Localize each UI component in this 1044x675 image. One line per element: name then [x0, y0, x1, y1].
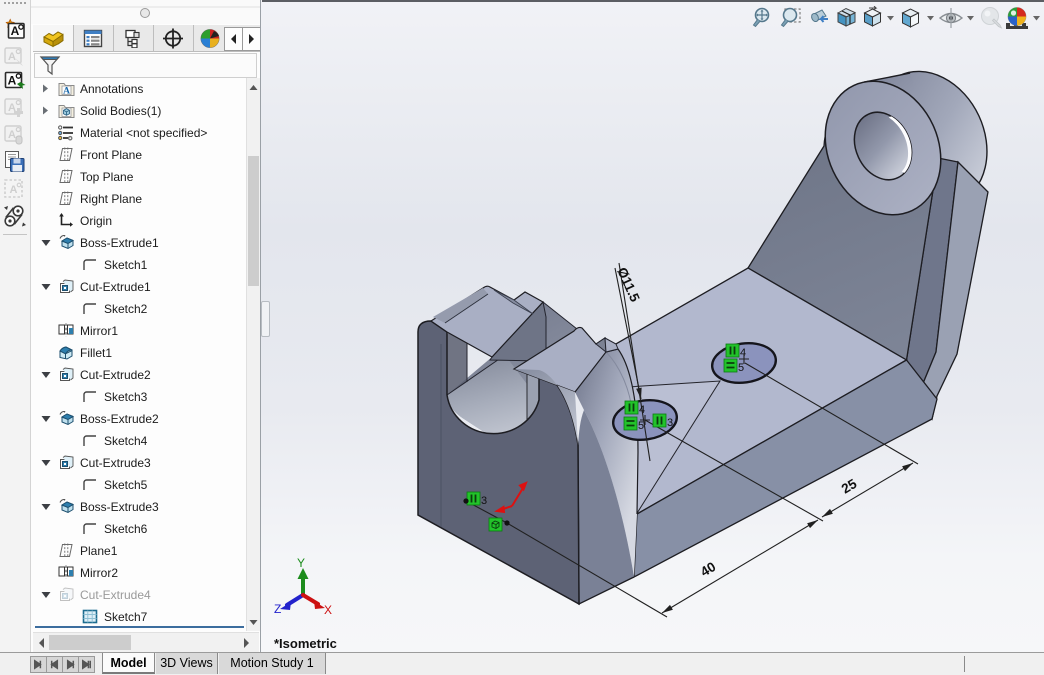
svg-text:5: 5 [638, 420, 644, 432]
svg-text:5: 5 [738, 362, 744, 374]
svg-text:X: X [324, 603, 332, 617]
svg-text:Y: Y [297, 556, 305, 570]
svg-text:A: A [10, 184, 18, 196]
svg-text:4: 4 [639, 404, 645, 416]
svg-text:*Isometric: *Isometric [274, 636, 337, 651]
svg-text:3: 3 [667, 417, 673, 429]
svg-text:A: A [8, 129, 16, 141]
svg-text:A: A [8, 74, 17, 88]
svg-text:A: A [8, 51, 16, 63]
svg-text:4: 4 [740, 347, 746, 359]
svg-text:A: A [63, 86, 70, 96]
svg-text:Z: Z [274, 602, 281, 616]
svg-text:3: 3 [481, 495, 487, 507]
